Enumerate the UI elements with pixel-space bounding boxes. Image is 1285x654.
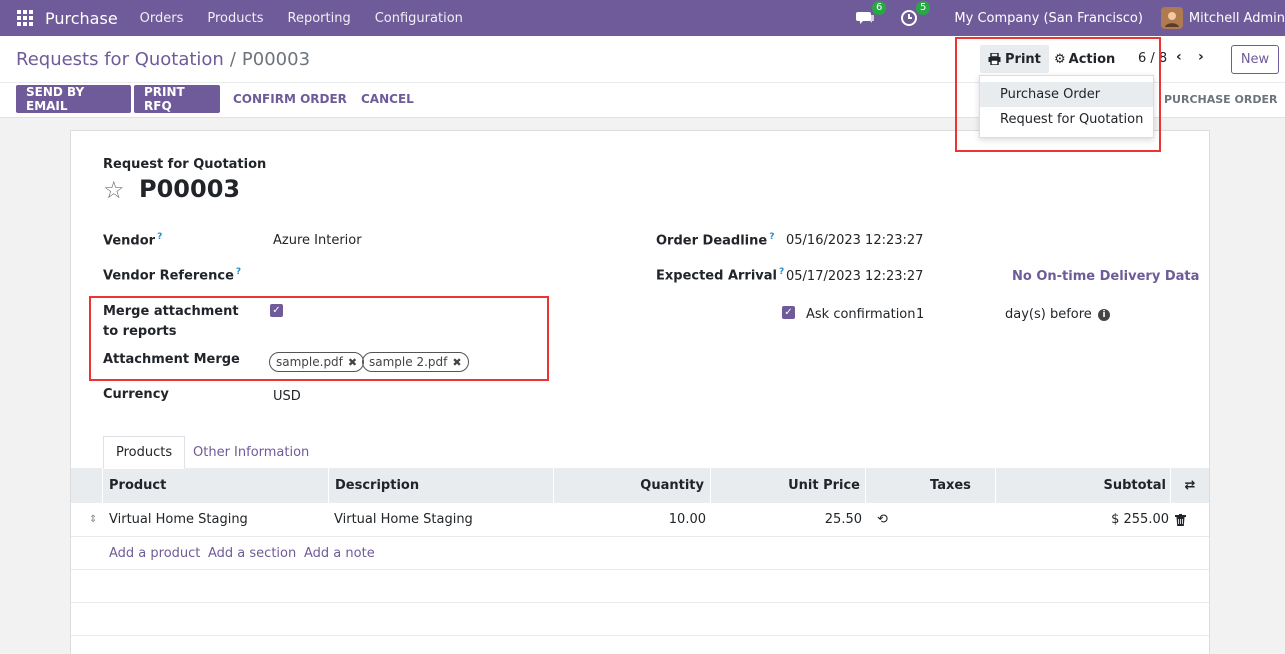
vendor-label-text: Vendor [103,233,156,249]
pager-next-icon[interactable]: › [1198,49,1204,65]
activities-badge: 5 [916,1,931,15]
print-button[interactable]: Print [980,45,1049,73]
history-icon[interactable]: ⟲ [877,503,891,537]
column-taxes[interactable]: Taxes [866,468,996,503]
send-by-email-button[interactable]: SEND BY EMAIL [16,85,131,113]
top-navbar: Purchase Orders Products Reporting Confi… [0,0,1285,36]
attachment-tag-label: sample 2.pdf [369,355,448,369]
ask-confirmation-days-field[interactable]: 1 [916,307,924,322]
add-note-link[interactable]: Add a note [304,546,375,561]
vendor-label: Vendor? [103,232,162,248]
vendor-field[interactable]: Azure Interior [273,233,362,248]
add-section-link[interactable]: Add a section [208,546,296,561]
column-subtotal[interactable]: Subtotal [996,468,1171,503]
empty-row [71,603,1209,636]
merge-attachment-label: Merge attachment to reports [103,304,239,339]
empty-row [71,570,1209,603]
breadcrumb-parent[interactable]: Requests for Quotation [16,49,224,70]
print-rfq-button[interactable]: PRINT RFQ [134,85,220,113]
drag-handle-icon[interactable]: ⇕ [89,503,101,537]
menu-item-request-for-quotation[interactable]: Request for Quotation [980,107,1153,132]
order-deadline-help-mark[interactable]: ? [769,232,774,242]
handle-column [71,468,103,503]
cancel-button[interactable]: CANCEL [351,85,424,113]
attachment-tag-label: sample.pdf [276,355,343,369]
row-quantity[interactable]: 10.00 [554,503,706,537]
clock-icon[interactable]: 5 [898,1,931,29]
currency-label: Currency [103,387,169,402]
status-purchase-order[interactable]: PURCHASE ORDER [1164,93,1277,106]
breadcrumb-current: P00003 [241,49,311,70]
expected-arrival-help-mark[interactable]: ? [779,267,784,277]
printer-icon [988,53,1001,65]
breadcrumb: Requests for Quotation / P00003 [16,49,310,70]
on-time-delivery-info: No On-time Delivery Data [1012,269,1200,284]
menu-products[interactable]: Products [207,11,263,26]
action-button[interactable]: ⚙ Action [1046,45,1123,73]
messages-badge: 6 [872,1,887,15]
order-lines-header: Product Description Quantity Unit Price … [71,468,1209,503]
merge-attachment-checkbox[interactable]: ✓ [270,304,283,317]
info-icon[interactable]: i [1098,309,1110,321]
attachment-tag[interactable]: sample 2.pdf ✖ [362,352,469,372]
vendor-help-mark[interactable]: ? [157,232,162,242]
row-unit-price[interactable]: 25.50 [711,503,862,537]
action-label: Action [1068,51,1116,67]
order-deadline-label-text: Order Deadline [656,233,768,249]
expected-arrival-label-text: Expected Arrival [656,268,777,284]
table-row[interactable]: ⇕ Virtual Home Staging Virtual Home Stag… [71,503,1209,537]
expected-arrival-field[interactable]: 05/17/2023 12:23:27 [786,269,923,284]
avatar[interactable] [1160,7,1183,29]
tab-products[interactable]: Products [103,436,186,469]
ask-confirmation-label: Ask confirmation [806,307,916,322]
pager-previous-icon[interactable]: ‹ [1176,49,1182,65]
expected-arrival-label: Expected Arrival? [656,267,784,283]
menu-item-purchase-order[interactable]: Purchase Order [980,82,1153,107]
document-reference: P00003 [139,175,241,203]
menu-orders[interactable]: Orders [140,11,184,26]
row-description[interactable]: Virtual Home Staging [334,503,473,537]
order-deadline-field[interactable]: 05/16/2023 12:23:27 [786,233,923,248]
menu-configuration[interactable]: Configuration [375,11,463,26]
breadcrumb-separator: / [229,49,236,70]
vendor-reference-label-text: Vendor Reference [103,268,234,284]
remove-tag-icon[interactable]: ✖ [348,356,357,369]
pager-value[interactable]: 6 / 8 [1138,51,1167,66]
app-name[interactable]: Purchase [45,9,118,28]
gear-icon: ⚙ [1054,51,1066,67]
document-type-label: Request for Quotation [103,157,267,172]
apps-grid-icon[interactable] [17,10,33,26]
ask-confirmation-suffix: day(s) before [1005,307,1092,322]
order-deadline-label: Order Deadline? [656,232,774,248]
column-quantity[interactable]: Quantity [554,468,711,503]
attachment-tag[interactable]: sample.pdf ✖ [269,352,365,372]
menu-reporting[interactable]: Reporting [288,11,351,26]
star-icon[interactable]: ☆ [103,176,125,204]
company-switcher[interactable]: My Company (San Francisco) [954,11,1142,26]
user-menu[interactable]: Mitchell Admin [1189,11,1285,26]
ask-confirmation-checkbox[interactable]: ✓ [782,306,795,319]
form-sheet: Request for Quotation ☆ P00003 Vendor? A… [70,130,1210,654]
optional-columns-icon[interactable]: ⇄ [1171,468,1209,503]
add-line-row: Add a product Add a section Add a note [71,537,1209,570]
new-button[interactable]: New [1231,45,1279,74]
currency-field[interactable]: USD [273,389,301,404]
column-description[interactable]: Description [329,468,554,503]
remove-tag-icon[interactable]: ✖ [452,356,461,369]
column-unit-price[interactable]: Unit Price [711,468,866,503]
print-dropdown-menu: Purchase Order Request for Quotation [979,75,1154,138]
row-subtotal: $ 255.00 [1111,512,1169,527]
tab-other-information[interactable]: Other Information [181,436,321,469]
print-label: Print [1005,51,1041,67]
vendor-reference-help-mark[interactable]: ? [236,267,241,277]
add-product-link[interactable]: Add a product [109,546,200,561]
column-product[interactable]: Product [103,468,329,503]
vendor-reference-label: Vendor Reference? [103,267,241,283]
confirm-order-button[interactable]: CONFIRM ORDER [223,85,357,113]
trash-icon[interactable] [1175,503,1189,537]
chat-icon[interactable]: 6 [854,1,887,29]
attachment-merge-label: Attachment Merge [103,352,240,367]
row-product[interactable]: Virtual Home Staging [109,503,248,537]
